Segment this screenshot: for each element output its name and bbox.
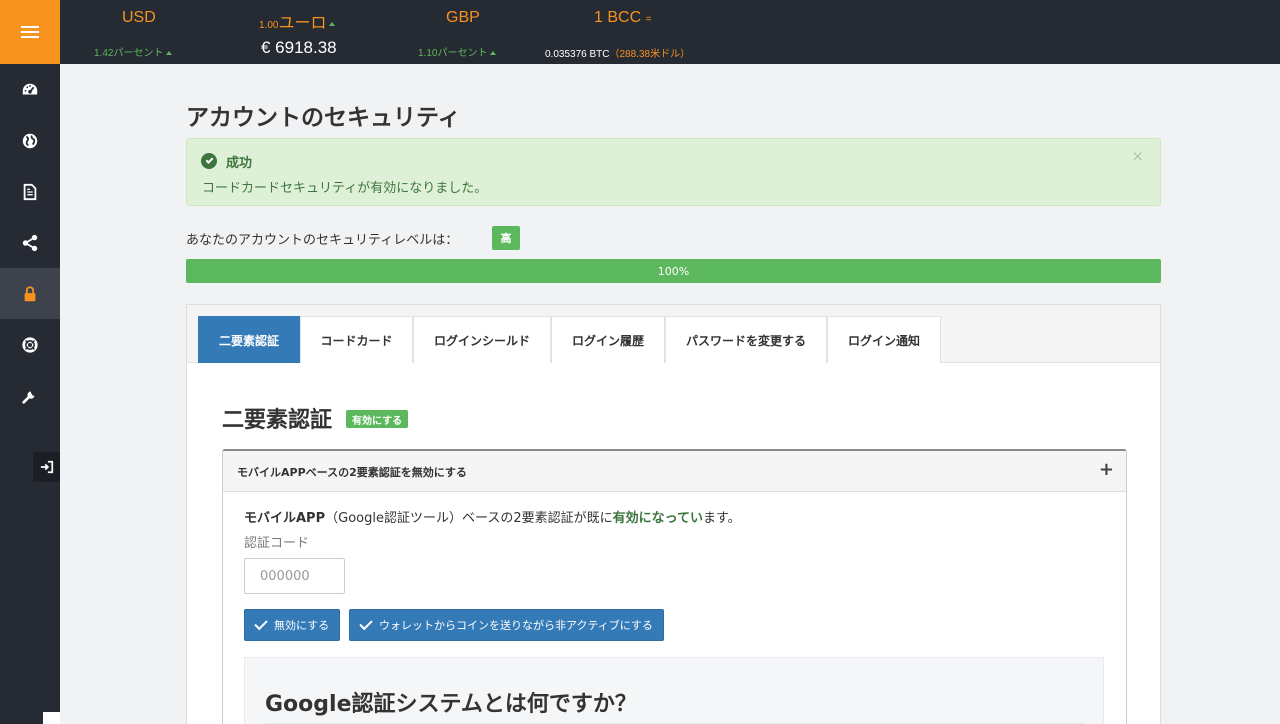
tab-bar: 二要素認証 コードカード ログインシールド ログイン履歴 パスワードを変更する …: [187, 305, 1160, 363]
security-level-text: あなたのアカウントのセキュリティレベルは：: [186, 233, 459, 248]
sidebar-item-share[interactable]: [0, 217, 60, 268]
code-label: 認証コード: [244, 536, 310, 551]
code-input[interactable]: [244, 558, 345, 594]
alert-title: 成功: [226, 156, 253, 171]
tab-login-notification[interactable]: ログイン通知: [827, 316, 941, 363]
ticker-usd-label: USD: [122, 9, 156, 26]
alert-message: コードカードセキュリティが有効になりました。: [202, 181, 488, 196]
tab-login-history[interactable]: ログイン履歴: [551, 316, 665, 363]
disable-button[interactable]: 無効にする: [244, 609, 341, 641]
info-strong: モバイルAPP: [244, 511, 326, 526]
sidebar-item-dashboard[interactable]: [0, 64, 60, 115]
tab-two-factor[interactable]: 二要素認証: [198, 316, 300, 363]
sidebar: [0, 0, 60, 724]
hamburger-icon: [21, 26, 39, 38]
sign-out-icon: [40, 460, 53, 474]
ticker-gbp-label: GBP: [446, 9, 480, 26]
arrow-up-icon: [490, 51, 497, 56]
ticker-bcc-label: 1 BCC: [594, 9, 642, 26]
tab-code-card[interactable]: コードカード: [300, 316, 413, 363]
info-end: ます。: [702, 511, 741, 526]
ticker-bcc-rate: 0.035376 BTC（288.38米ドル）: [545, 44, 690, 62]
check-icon: [254, 616, 268, 631]
security-panel: 二要素認証 コードカード ログインシールド ログイン履歴 パスワードを変更する …: [186, 304, 1161, 724]
plus-icon[interactable]: +: [1099, 459, 1114, 480]
info-mid: （Google認証ツール）ベースの2要素認証が既に: [325, 511, 613, 526]
alert-close-button[interactable]: ×: [1131, 147, 1144, 165]
ticker-gbp-change: 1.10パーセント: [418, 44, 497, 59]
security-progress: 100%: [186, 259, 1161, 283]
info-green: 有効になってい: [612, 511, 703, 526]
page-title: アカウントのセキュリティ: [186, 105, 461, 131]
security-level-badge: 高: [492, 226, 520, 250]
info-box: Google認証システムとは何ですか？: [244, 657, 1104, 724]
menu-toggle-button[interactable]: [0, 0, 60, 64]
ticker-bcc-usd: （288.38米ドル）: [609, 49, 691, 60]
sidebar-item-support[interactable]: [0, 319, 60, 370]
check-icon: [359, 616, 373, 631]
accordion-title: モバイルAPPベースの2要素認証を無効にする: [237, 466, 467, 479]
ticker-bcc-suffix: =: [645, 14, 652, 25]
document-icon: [23, 183, 37, 200]
ticker-bar: USD 1.42パーセント 1.00ユーロ € 6918.38 GBP 1.10…: [60, 0, 1280, 64]
disable-send-button[interactable]: ウォレットからコインを送りながら非アクティブにする: [349, 609, 664, 641]
sidebar-item-document[interactable]: [0, 166, 60, 217]
ticker-eur-value: € 6918.38: [261, 38, 337, 57]
security-progress-bar: 100%: [186, 259, 1161, 283]
sidebar-item-tools[interactable]: [0, 370, 60, 421]
ticker-eur-header: 1.00ユーロ: [259, 9, 336, 33]
logout-button[interactable]: [33, 452, 60, 482]
success-alert: 成功 コードカードセキュリティが有効になりました。 ×: [186, 138, 1161, 206]
check-circle-icon: [201, 153, 217, 169]
lifebuoy-icon: [22, 336, 38, 353]
info-box-title: Google認証システムとは何ですか？: [265, 692, 637, 717]
arrow-up-icon: [329, 21, 336, 26]
tab-login-shield[interactable]: ログインシールド: [413, 316, 551, 363]
accordion-disable-2fa: モバイルAPPベースの2要素認証を無効にする + モバイルAPP（Google認…: [222, 449, 1127, 724]
section-title: 二要素認証: [222, 408, 333, 433]
ticker-bcc-header: 1 BCC =: [594, 9, 651, 27]
sidebar-item-security[interactable]: [0, 268, 60, 319]
sidebar-item-globe[interactable]: [0, 115, 60, 166]
lock-icon: [24, 285, 36, 301]
tab-change-password[interactable]: パスワードを変更する: [665, 316, 827, 363]
globe-icon: [22, 133, 38, 148]
accordion-header[interactable]: モバイルAPPベースの2要素認証を無効にする +: [223, 451, 1126, 492]
ticker-eur-label: ユーロ: [278, 15, 327, 32]
info-line: モバイルAPP（Google認証ツール）ベースの2要素認証が既に有効になっていま…: [244, 507, 741, 526]
ticker-usd-change: 1.42パーセント: [94, 44, 173, 59]
ticker-eur-prefix: 1.00: [259, 20, 279, 31]
arrow-up-icon: [166, 51, 173, 56]
share-icon: [22, 234, 38, 251]
wrench-icon: [22, 391, 35, 404]
ticker-bcc-btc: 0.035376 BTC: [545, 49, 610, 60]
enabled-badge: 有効にする: [346, 410, 409, 428]
corner-block: [43, 712, 60, 724]
dashboard-icon: [22, 83, 38, 94]
